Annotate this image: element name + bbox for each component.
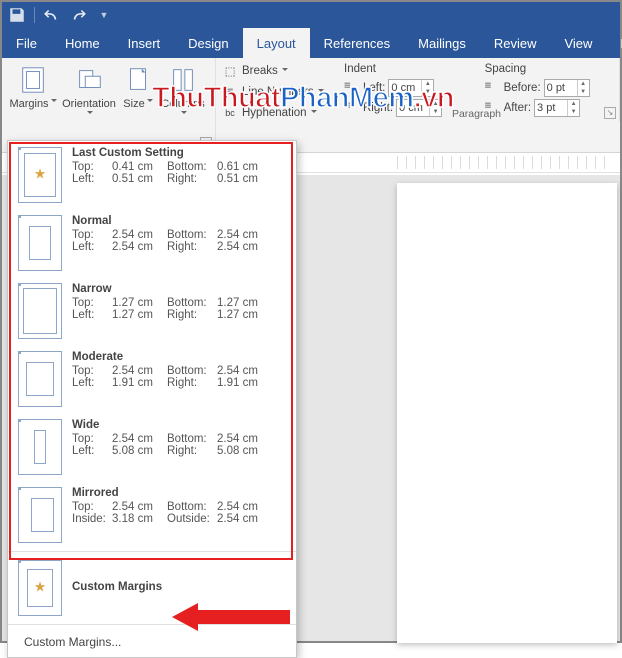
separator [34,7,35,23]
orientation-icon [60,63,118,97]
margins-option-last-custom-setting[interactable]: ★Last Custom SettingTop:0.41 cmBottom:0.… [8,141,296,209]
breaks-label: Breaks [242,65,278,77]
spacing-before-input[interactable]: 0 pt▲▼ [544,79,590,97]
margins-thumb-icon [18,215,62,271]
margins-thumb-icon [18,351,62,407]
watermark: ThuThuatPhanMem.vn [152,82,454,115]
tab-view[interactable]: View [550,28,606,58]
spacing-before-icon: ≡ [485,80,501,96]
tab-help[interactable]: Help [606,28,622,58]
size-icon [120,63,156,97]
margins-option-narrow[interactable]: NarrowTop:1.27 cmBottom:1.27 cmLeft:1.27… [8,277,296,345]
margins-thumb-icon: ★ [18,147,62,203]
tab-design[interactable]: Design [174,28,242,58]
breaks-button[interactable]: ⬚ Breaks [218,61,328,81]
paragraph-launcher-icon[interactable]: ↘ [604,107,616,119]
indent-header: Indent [344,63,465,75]
margins-dropdown: ★Last Custom SettingTop:0.41 cmBottom:0.… [7,140,297,658]
tab-insert[interactable]: Insert [114,28,175,58]
margins-option-info: Last Custom SettingTop:0.41 cmBottom:0.6… [72,147,286,203]
margins-option-normal[interactable]: NormalTop:2.54 cmBottom:2.54 cmLeft:2.54… [8,209,296,277]
ribbon-tabs: FileHomeInsertDesignLayoutReferencesMail… [2,28,620,58]
tab-layout[interactable]: Layout [243,28,310,58]
margins-option-info: NarrowTop:1.27 cmBottom:1.27 cmLeft:1.27… [72,283,286,339]
margins-icon [8,63,58,97]
margins-thumb-icon: ★ [18,560,62,616]
spacing-before-value: 0 pt [547,82,565,94]
margins-option-moderate[interactable]: ModerateTop:2.54 cmBottom:2.54 cmLeft:1.… [8,345,296,413]
margins-option-mirrored[interactable]: MirroredTop:2.54 cmBottom:2.54 cmInside:… [8,481,296,549]
spacing-before-label: Before: [504,82,541,94]
tab-review[interactable]: Review [480,28,551,58]
spacing-before-field: ≡Before:0 pt▲▼ [485,78,609,98]
size-label: Size [123,98,144,110]
redo-icon[interactable] [69,6,87,24]
margins-thumb-icon [18,419,62,475]
tab-file[interactable]: File [2,28,51,58]
margins-option-info: MirroredTop:2.54 cmBottom:2.54 cmInside:… [72,487,286,543]
margins-button[interactable]: Margins [8,61,58,112]
customize-qat-icon[interactable]: ▼ [95,6,113,24]
margins-option-info: WideTop:2.54 cmBottom:2.54 cmLeft:5.08 c… [72,419,286,475]
tab-mailings[interactable]: Mailings [404,28,480,58]
margins-thumb-icon [18,283,62,339]
orientation-label: Orientation [62,98,116,110]
margins-option-wide[interactable]: WideTop:2.54 cmBottom:2.54 cmLeft:5.08 c… [8,413,296,481]
spacing-header: Spacing [485,63,609,75]
annotation-arrow [172,600,292,639]
tab-references[interactable]: References [310,28,404,58]
margins-option-info: ModerateTop:2.54 cmBottom:2.54 cmLeft:1.… [72,351,286,407]
undo-icon[interactable] [43,6,61,24]
margins-thumb-icon [18,487,62,543]
breaks-icon: ⬚ [222,63,238,79]
margins-option-info: NormalTop:2.54 cmBottom:2.54 cmLeft:2.54… [72,215,286,271]
margins-label: Margins [9,98,48,110]
save-icon[interactable] [8,6,26,24]
tab-home[interactable]: Home [51,28,114,58]
page[interactable] [397,183,617,643]
size-button[interactable]: Size [120,61,156,112]
quick-access-toolbar: ▼ [2,2,620,28]
orientation-button[interactable]: Orientation [60,61,118,124]
